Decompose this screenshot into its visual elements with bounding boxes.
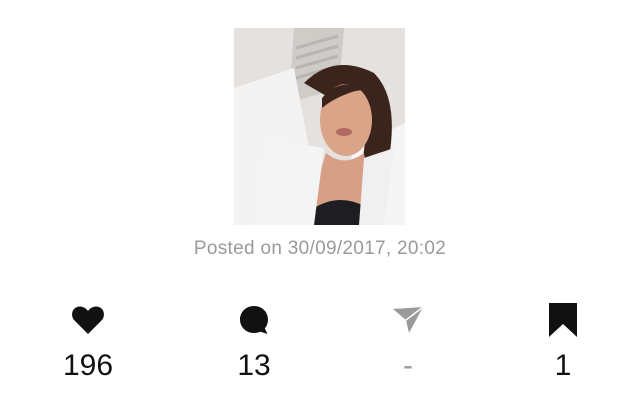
posted-timestamp: Posted on 30/09/2017, 20:02 <box>193 238 447 259</box>
likes-stat[interactable]: 196 <box>28 300 148 384</box>
comment-bubble-icon[interactable] <box>194 300 314 340</box>
heart-icon[interactable] <box>28 300 148 340</box>
saves-count: 1 <box>554 349 572 382</box>
send-arrow-icon[interactable] <box>348 300 468 340</box>
shares-stat[interactable]: - <box>348 300 468 384</box>
bookmark-icon[interactable] <box>503 300 623 340</box>
shares-count: - <box>403 349 413 382</box>
comments-stat[interactable]: 13 <box>194 300 314 384</box>
saves-stat[interactable]: 1 <box>503 300 623 384</box>
post-photo-image <box>234 28 405 225</box>
post-photo[interactable] <box>234 28 405 225</box>
comments-count: 13 <box>237 349 271 382</box>
likes-count: 196 <box>62 349 114 382</box>
